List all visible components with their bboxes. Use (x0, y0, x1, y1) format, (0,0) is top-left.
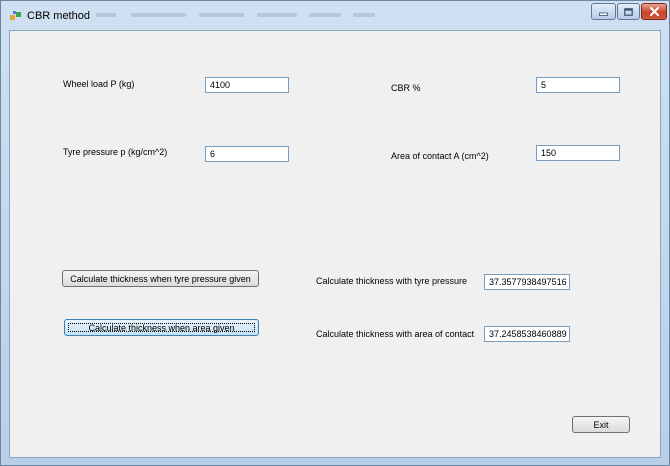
ghost-tab (257, 13, 297, 17)
area-contact-label: Area of contact A (cm^2) (391, 151, 489, 161)
tyre-result-output[interactable]: 37.3577938497516 (484, 274, 570, 290)
wheel-load-input[interactable]: 4100 (205, 77, 289, 93)
area-result-label: Calculate thickness with area of contact (316, 329, 475, 339)
tyre-result-label: Calculate thickness with tyre pressure (316, 276, 468, 286)
maximize-icon (624, 7, 633, 16)
cbr-input[interactable]: 5 (536, 77, 620, 93)
ghost-tab (199, 13, 244, 17)
window-title: CBR method (27, 10, 90, 22)
calc-area-button-label: Calculate thickness when area given (88, 322, 235, 333)
calc-area-button[interactable]: Calculate thickness when area given (64, 319, 259, 336)
form-client-area: Wheel load P (kg) 4100 CBR % 5 Tyre pres… (9, 30, 661, 458)
calc-tyre-pressure-button[interactable]: Calculate thickness when tyre pressure g… (62, 270, 259, 287)
ghost-tab (131, 13, 186, 17)
close-button[interactable] (641, 3, 667, 20)
exit-button[interactable]: Exit (572, 416, 630, 433)
wheel-load-label: Wheel load P (kg) (63, 79, 135, 89)
tyre-pressure-input[interactable]: 6 (205, 146, 289, 162)
area-contact-input[interactable]: 150 (536, 145, 620, 161)
app-icon (10, 11, 21, 20)
title-bar[interactable]: CBR method (1, 1, 669, 29)
maximize-button[interactable] (617, 3, 640, 20)
cbr-label: CBR % (391, 83, 421, 93)
close-icon (649, 7, 659, 16)
minimize-button[interactable] (591, 3, 616, 20)
area-result-output[interactable]: 37.2458538460889 (484, 326, 570, 342)
ghost-tab (309, 13, 341, 17)
ghost-tab (353, 13, 375, 17)
app-window: CBR method Wheel load P (kg) 4100 CBR % (0, 0, 670, 466)
minimize-icon (599, 12, 608, 16)
ghost-tab (96, 13, 116, 17)
tyre-pressure-label: Tyre pressure p (kg/cm^2) (63, 147, 168, 157)
